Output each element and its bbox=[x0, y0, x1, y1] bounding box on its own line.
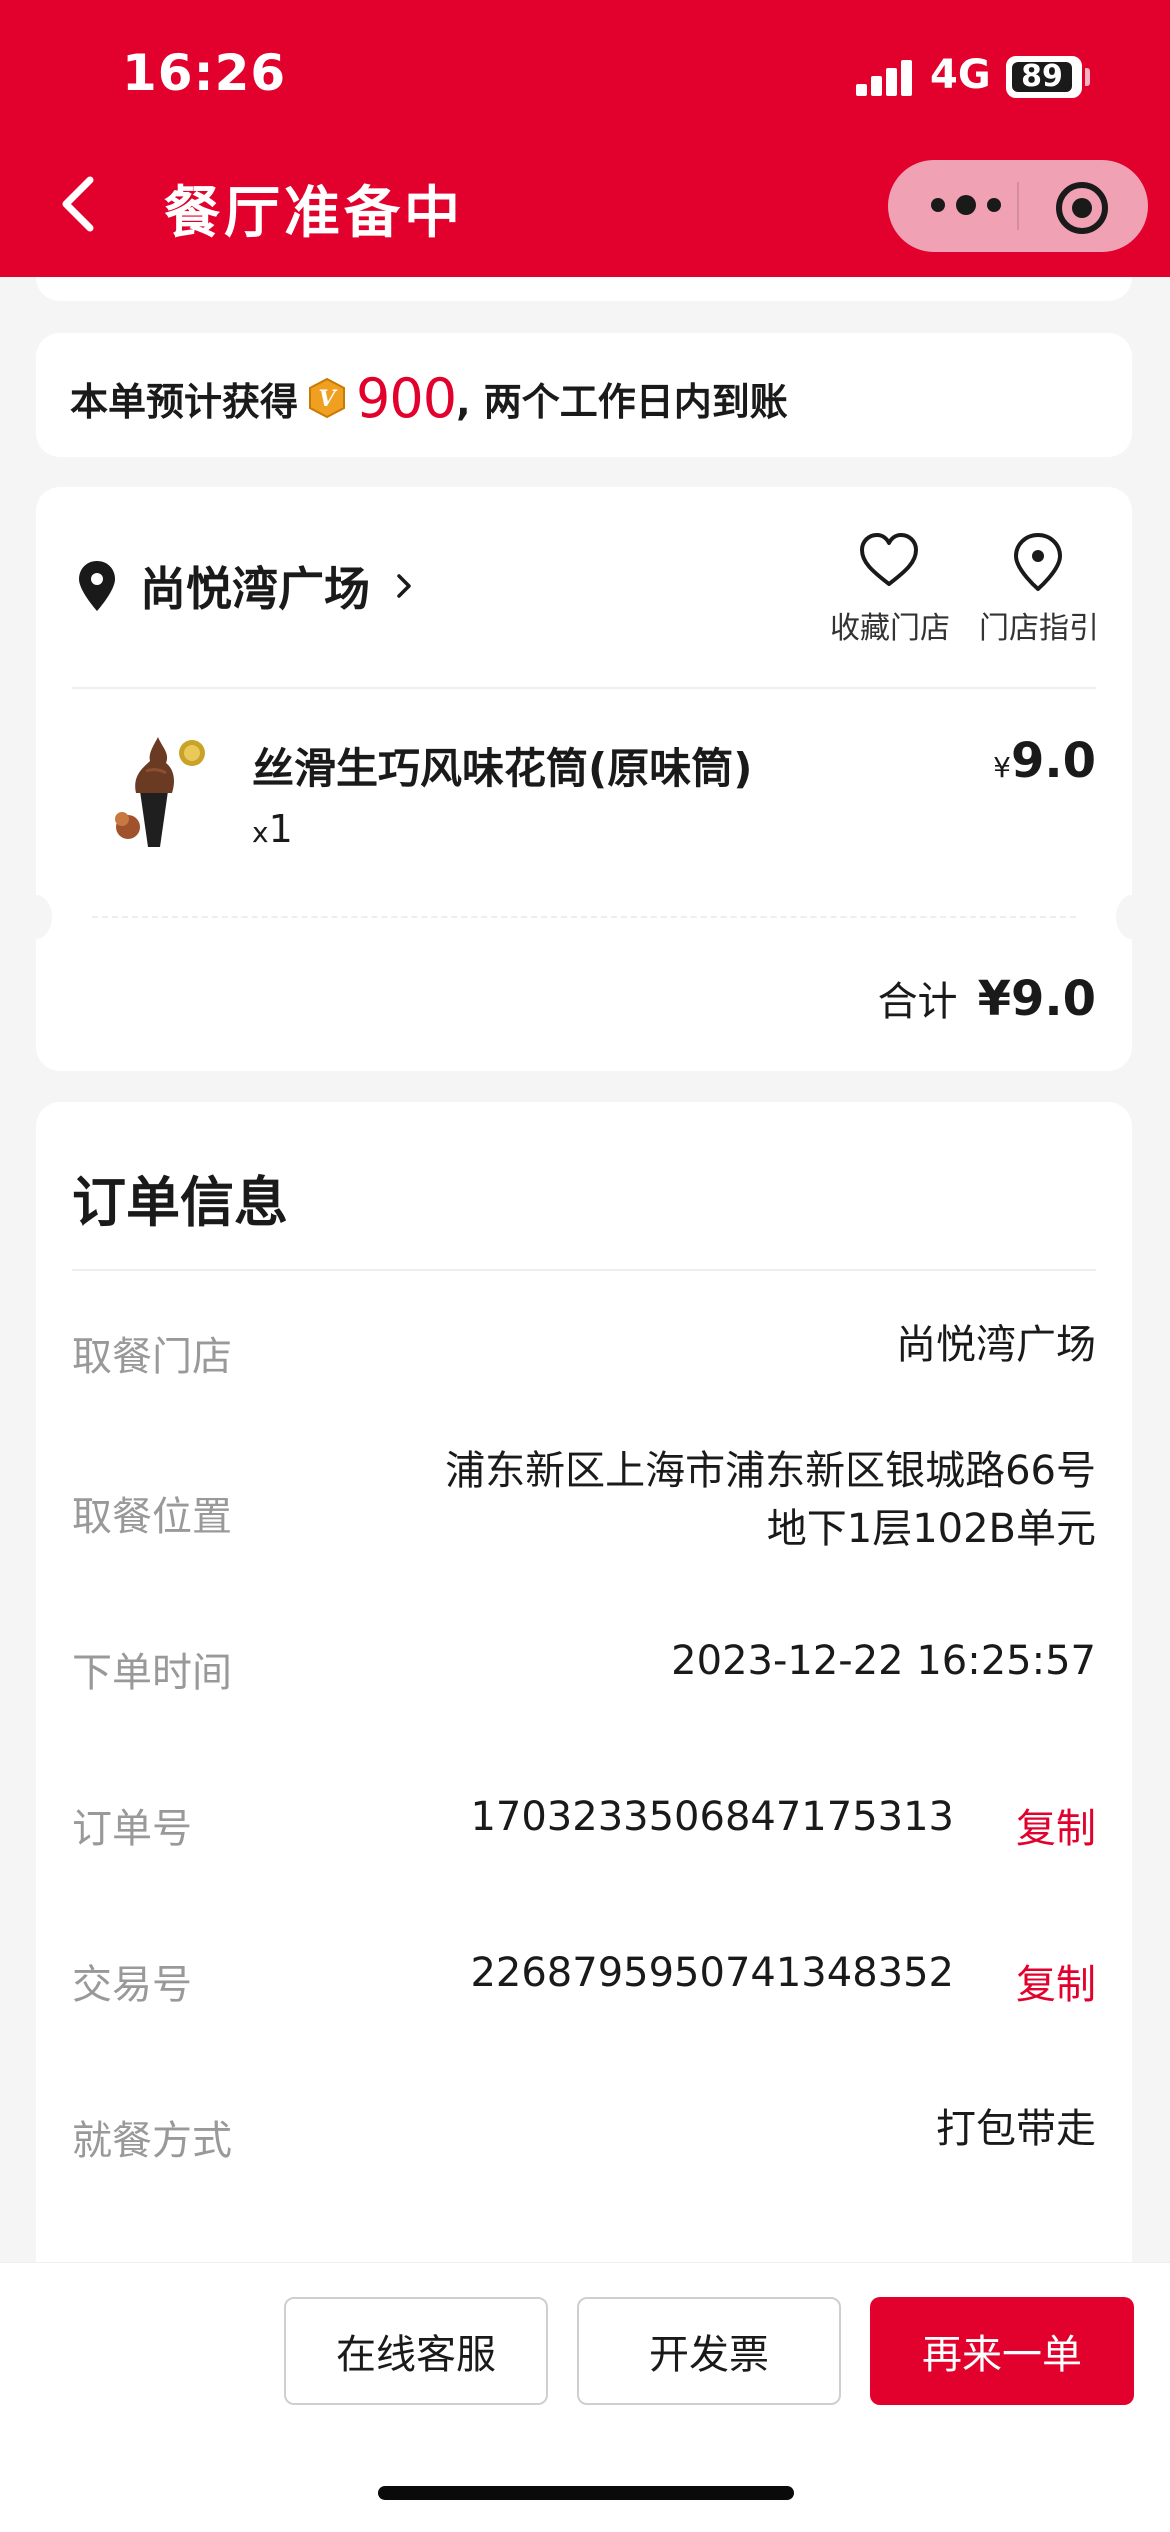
signal-icon bbox=[856, 60, 914, 96]
pickup-location-label: 取餐位置 bbox=[72, 1494, 232, 1540]
online-service-button[interactable]: 在线客服 bbox=[284, 2297, 548, 2405]
pickup-location-line1: 浦东新区上海市浦东新区银城路66号 bbox=[445, 1448, 1096, 1494]
store-guide-button[interactable]: 门店指引 bbox=[976, 603, 1102, 647]
battery-cap bbox=[1085, 68, 1090, 86]
network-type: 4G bbox=[930, 52, 991, 98]
product-quantity: x1 bbox=[252, 807, 293, 851]
points-prefix: 本单预计获得 bbox=[70, 379, 299, 424]
copy-order-number-button[interactable]: 复制 bbox=[1016, 1796, 1096, 1854]
currency-symbol: ¥ bbox=[993, 751, 1011, 784]
product-name: 丝滑生巧风味花筒(原味筒) bbox=[252, 744, 753, 793]
pickup-store-label: 取餐门店 bbox=[72, 1334, 232, 1380]
quantity-prefix: x bbox=[252, 816, 269, 849]
ticket-notch-left bbox=[20, 895, 52, 939]
store-card: 尚悦湾广场 收藏门店 门店指引 丝滑生巧风味花筒(原味筒) x1 ¥9.0 合计… bbox=[20, 487, 1148, 1071]
battery-level: 89 bbox=[1012, 62, 1072, 92]
store-name-link[interactable]: 尚悦湾广场 bbox=[140, 553, 370, 619]
back-arrow-icon[interactable] bbox=[56, 172, 104, 236]
map-pin-icon[interactable] bbox=[1010, 531, 1066, 593]
pickup-location-value: 浦东新区上海市浦东新区银城路66号 地下1层102B单元 bbox=[445, 1442, 1096, 1558]
order-time-label: 下单时间 bbox=[72, 1650, 232, 1696]
page-title: 餐厅准备中 bbox=[164, 181, 464, 246]
reorder-button[interactable]: 再来一单 bbox=[870, 2297, 1134, 2405]
mini-program-capsule bbox=[888, 160, 1148, 252]
close-target-icon[interactable] bbox=[1054, 180, 1110, 236]
order-number-value: 1703233506847175313 bbox=[470, 1794, 954, 1840]
invoice-button[interactable]: 开发票 bbox=[577, 2297, 841, 2405]
total-amount: ¥9.0 bbox=[977, 971, 1096, 1027]
order-info-card: 订单信息 取餐门店 尚悦湾广场 取餐位置 浦东新区上海市浦东新区银城路66号 地… bbox=[36, 1102, 1132, 2262]
chevron-right-icon[interactable] bbox=[394, 571, 414, 601]
home-indicator bbox=[378, 2486, 794, 2500]
divider bbox=[72, 687, 1096, 689]
capsule-divider bbox=[1017, 182, 1019, 230]
price-value: 9.0 bbox=[1010, 733, 1096, 789]
copy-transaction-number-button[interactable]: 复制 bbox=[1016, 1952, 1096, 2010]
divider bbox=[72, 1269, 1096, 1271]
transaction-number-value: 2268795950741348352 bbox=[470, 1950, 954, 1996]
previous-card-edge bbox=[36, 277, 1132, 301]
points-amount: 900 bbox=[356, 366, 457, 430]
section-title: 订单信息 bbox=[72, 1171, 288, 1234]
points-card: 本单预计获得 V 900 , 两个工作日内到账 bbox=[36, 333, 1132, 457]
ice-cream-cone-image bbox=[115, 737, 205, 847]
quantity-value: 1 bbox=[268, 807, 293, 851]
points-line: 本单预计获得 V 900 , 两个工作日内到账 bbox=[70, 367, 788, 430]
points-suffix: , 两个工作日内到账 bbox=[456, 379, 788, 424]
pickup-location-line2: 地下1层102B单元 bbox=[766, 1506, 1096, 1552]
ticket-notch-right bbox=[1116, 895, 1148, 939]
coin-letter: V bbox=[318, 386, 337, 412]
product-price: ¥9.0 bbox=[993, 733, 1096, 789]
transaction-number-label: 交易号 bbox=[72, 1962, 192, 2008]
order-time-value: 2023-12-22 16:25:57 bbox=[671, 1638, 1096, 1684]
more-icon[interactable] bbox=[928, 190, 1004, 220]
order-total: 合计 ¥9.0 bbox=[878, 969, 1096, 1027]
dashed-divider bbox=[92, 916, 1076, 918]
total-label: 合计 bbox=[877, 979, 958, 1025]
battery-icon: 89 bbox=[1006, 56, 1082, 98]
location-pin-icon bbox=[79, 561, 115, 611]
dining-method-value: 打包带走 bbox=[936, 2106, 1096, 2152]
favorite-store-button[interactable]: 收藏门店 bbox=[826, 603, 954, 647]
header-bar: 16:26 4G 89 餐厅准备中 bbox=[0, 0, 1170, 277]
pickup-store-value: 尚悦湾广场 bbox=[896, 1322, 1096, 1368]
status-time: 16:26 bbox=[122, 44, 287, 102]
order-number-label: 订单号 bbox=[72, 1806, 192, 1852]
dining-method-label: 就餐方式 bbox=[72, 2118, 232, 2164]
heart-icon[interactable] bbox=[858, 531, 920, 589]
v-coin-icon: V bbox=[309, 377, 346, 419]
